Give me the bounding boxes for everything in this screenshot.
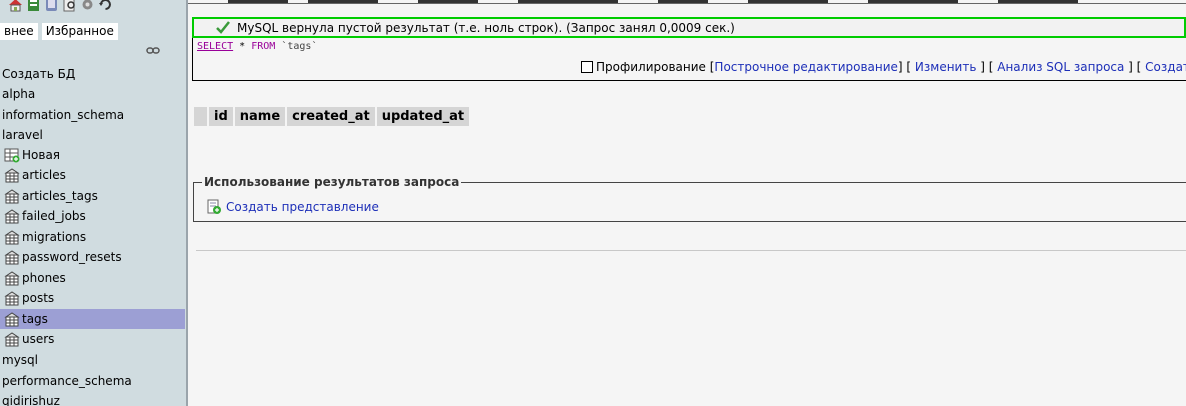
db-item-information-schema[interactable]: information_schema: [2, 107, 124, 123]
db-item-qidirishuz[interactable]: qidirishuz: [2, 393, 60, 406]
column-header-updated-at[interactable]: updated_at: [376, 107, 470, 126]
sidebar-tabs: внее Избранное: [0, 23, 122, 40]
table-icon[interactable]: [4, 290, 20, 306]
sql-keyword-from: FROM: [251, 41, 276, 52]
new-table-label: Новая: [22, 148, 61, 162]
column-header-name[interactable]: name: [234, 107, 286, 126]
profiling-checkbox[interactable]: [581, 61, 593, 73]
create-database-link[interactable]: Создать БД: [2, 66, 75, 82]
tab-favorites[interactable]: Избранное: [41, 23, 118, 40]
sidebar-item-posts[interactable]: posts: [0, 288, 185, 308]
sql-table-name: `tags`: [281, 41, 318, 52]
sidebar-item-failed-jobs[interactable]: failed_jobs: [0, 206, 185, 226]
sidebar-item-label: articles_tags: [22, 188, 98, 203]
sql-query-box: SELECT * FROM `tags` Профилирование [Пос…: [192, 38, 1186, 81]
edit-link[interactable]: Изменить: [915, 60, 977, 74]
db-item-alpha[interactable]: alpha: [2, 86, 35, 102]
sidebar-item-label: tags: [22, 311, 48, 326]
sidebar-item-label: posts: [22, 291, 55, 305]
column-header-created-at[interactable]: created_at: [287, 107, 375, 126]
sidebar-item-label: migrations: [22, 229, 87, 244]
db-item-laravel[interactable]: laravel: [2, 127, 43, 143]
frame-divider[interactable]: [186, 0, 188, 406]
query-results-operations: Использование результатов запроса Создат…: [193, 175, 1186, 222]
success-message-text: MySQL вернула пустой результат (т.е. нол…: [237, 21, 735, 35]
create-view-icon: [207, 199, 221, 214]
table-icon[interactable]: [4, 229, 20, 245]
create-php-link[interactable]: Создать PH: [1145, 60, 1186, 74]
sidebar-toolbar: [8, 0, 113, 13]
table-icon[interactable]: [4, 188, 20, 204]
sidebar-item-label: password_resets: [22, 250, 122, 264]
profiling-label: Профилирование: [596, 60, 706, 74]
db-item-performance-schema[interactable]: performance_schema: [2, 373, 132, 389]
sidebar-item-label: articles: [22, 168, 66, 182]
table-icon[interactable]: [4, 331, 20, 347]
create-view-link[interactable]: Создать представление: [226, 200, 379, 214]
exit-icon[interactable]: [26, 0, 41, 12]
sidebar-item-tags[interactable]: tags: [0, 308, 185, 329]
sidebar-item-label: users: [22, 332, 55, 346]
top-tabs-strip: [188, 0, 1186, 4]
sql-keyword-select[interactable]: SELECT: [197, 41, 233, 52]
table-icon[interactable]: [4, 311, 20, 327]
column-header-id[interactable]: id: [209, 107, 233, 126]
home-icon[interactable]: [8, 0, 23, 12]
analyze-sql-link[interactable]: Анализ SQL запроса: [997, 60, 1124, 74]
success-message: MySQL вернула пустой результат (т.е. нол…: [192, 17, 1186, 38]
db-item-mysql[interactable]: mysql: [2, 352, 38, 368]
query-actions: Профилирование [Построчное редактировани…: [581, 59, 1186, 75]
query-usage-legend: Использование результатов запроса: [202, 175, 462, 189]
sql-query-text: SELECT * FROM `tags`: [197, 40, 317, 54]
sidebar-item-articles[interactable]: articles: [0, 165, 185, 185]
new-table-icon: [4, 148, 20, 163]
checkmark-icon: [216, 21, 230, 34]
create-view-item[interactable]: Создать представление: [206, 199, 379, 215]
table-icon[interactable]: [4, 167, 20, 183]
settings-icon[interactable]: [80, 0, 95, 12]
docs-icon[interactable]: [62, 0, 77, 12]
reload-icon[interactable]: [98, 0, 113, 12]
sql-star: *: [239, 41, 246, 52]
sidebar-item-phones[interactable]: phones: [0, 268, 185, 288]
inline-edit-link[interactable]: Построчное редактирование: [714, 60, 898, 74]
bottom-divider: [196, 250, 1186, 251]
sidebar-item-articles-tags[interactable]: articles_tags: [0, 186, 185, 206]
sidebar-item-label: phones: [22, 270, 66, 285]
table-icon[interactable]: [4, 249, 20, 265]
result-header-row: id name created_at updated_at: [194, 107, 470, 126]
result-header-blank: [194, 107, 207, 126]
sidebar-item-users[interactable]: users: [0, 329, 185, 349]
sql-query-icon[interactable]: [44, 0, 59, 12]
sidebar-item-label: failed_jobs: [22, 209, 86, 223]
table-icon[interactable]: [4, 270, 20, 286]
new-table-item[interactable]: Новая: [0, 145, 185, 165]
result-table: id name created_at updated_at: [192, 107, 471, 126]
table-icon[interactable]: [4, 208, 20, 224]
tab-recent[interactable]: внее: [0, 23, 38, 40]
sidebar-item-migrations[interactable]: migrations: [0, 227, 185, 247]
link-chain-icon[interactable]: [146, 46, 160, 55]
navigation-sidebar: внее Избранное Создать БД alpha informat…: [0, 0, 186, 406]
sidebar-item-password-resets[interactable]: password_resets: [0, 247, 185, 267]
